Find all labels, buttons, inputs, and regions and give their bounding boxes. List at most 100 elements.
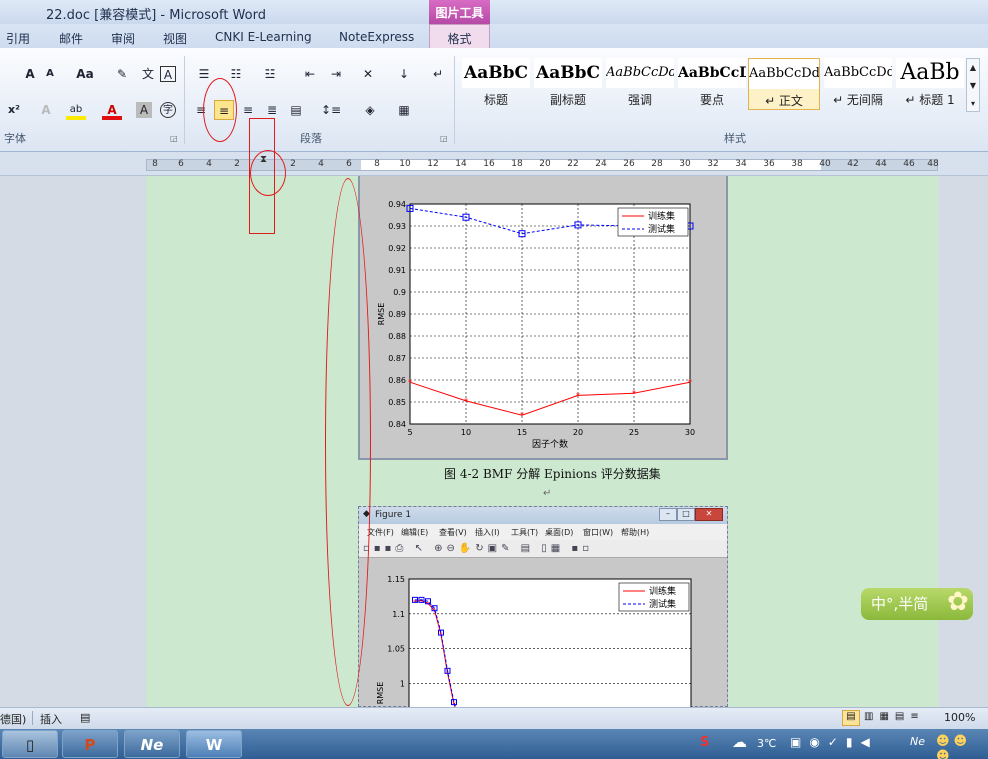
ruler-number: 42 [847,159,859,169]
y-tick-label: 0.92 [388,244,406,253]
chinese-layout-icon[interactable]: ✕ [356,64,380,84]
tab-noteexpress[interactable]: NoteExpress [339,30,414,44]
horizontal-ruler[interactable]: 8 6 4 2 2 4 6 8 10 12 14 16 18 20 22 24 … [0,152,988,176]
menu-desktop[interactable]: 桌面(D) [545,527,573,538]
zoom-level[interactable]: 100% [944,711,975,724]
enclose-characters-icon[interactable]: 字 [160,102,176,118]
taskbar: ▯ P Ne W S ☁ 3℃ ▣◉✓▮◀ Ne ☻☻☻ [0,729,988,759]
language-status[interactable]: 德国) [0,711,26,727]
ruler-number: 38 [791,159,803,169]
line-spacing-icon[interactable]: ↕≡ [318,100,344,120]
menu-insert[interactable]: 插入(I) [475,527,500,538]
annotation-circle [250,150,286,196]
ruler-number: 4 [206,159,212,169]
borders-icon[interactable]: ▦ [394,100,414,120]
data-point: * [433,607,437,615]
tab-format[interactable]: 格式 [429,24,490,48]
annotation-ellipse [325,178,371,706]
close-button[interactable]: ✕ [695,508,723,521]
font-dialog-launcher-icon[interactable]: ◲ [170,134,178,143]
style-preview: AaBb [896,58,964,88]
highlight-icon[interactable]: ab [66,100,86,120]
style-heading-1[interactable]: AaBb ↵ 标题 1 [896,58,964,110]
ruler-number: 2 [234,159,240,169]
word-button[interactable]: W [186,730,242,758]
x-axis-label: 因子个数 [532,438,568,450]
style-title[interactable]: AaBbC 标题 [462,58,530,110]
macro-record-icon[interactable]: ▤ [80,711,90,724]
tab-view[interactable]: 视图 [163,30,187,47]
style-subtitle[interactable]: AaBbC 副标题 [534,58,602,110]
tray-qq-icons[interactable]: ☻☻☻ [936,734,988,759]
style-label: 要点 [699,93,724,107]
change-case-button[interactable]: Aa [72,64,98,84]
menu-edit[interactable]: 编辑(E) [401,527,428,538]
figure-toolbar[interactable]: ▫▪▪⎙ ↖ ⊕⊖✋↻▣✎ ▤ ▯▦ ▪▫ [359,540,727,558]
weather-temp[interactable]: 3℃ [757,737,776,750]
justify-icon[interactable]: ≣ [262,100,282,120]
tray-s-icon[interactable]: S [700,735,709,750]
tray-icons[interactable]: ▣◉✓▮◀ [790,735,878,749]
decrease-indent-icon[interactable]: ⇤ [300,64,320,84]
maximize-button[interactable]: □ [677,508,695,521]
style-emphasis[interactable]: AaBbCcDd 强调 [606,58,674,110]
tray-ne-icon[interactable]: Ne [910,735,925,748]
print-layout-icon[interactable]: ▤ [842,710,860,726]
text-effects-icon[interactable]: A [36,100,56,120]
status-bar: 德国) 插入 ▤ ▤ ▥▦▤≡ 100% [0,707,988,729]
menu-file[interactable]: 文件(F) [367,527,394,538]
tab-references[interactable]: 引用 [6,30,30,47]
insert-mode[interactable]: 插入 [40,711,62,727]
noteexpress-button[interactable]: Ne [124,730,180,758]
shrink-font-button[interactable]: A [40,64,60,84]
character-border-icon[interactable]: A [160,66,176,82]
explorer-button[interactable]: ▯ [2,730,58,758]
menu-tools[interactable]: 工具(T) [511,527,538,538]
phonetic-guide-icon[interactable]: 文 [138,64,158,84]
minimize-button[interactable]: – [659,508,677,521]
legend-label: 测试集 [649,598,676,610]
paragraph-dialog-launcher-icon[interactable]: ◲ [440,134,448,143]
status-separator [32,711,33,725]
y-tick-label: 0.88 [388,332,406,341]
ime-status-bar[interactable]: 中°,半简 ✿ [861,587,973,620]
increase-indent-icon[interactable]: ⇥ [326,64,346,84]
multilevel-list-icon[interactable]: ☳ [258,64,282,84]
view-buttons[interactable]: ▥▦▤≡ [864,711,925,722]
tab-review[interactable]: 审阅 [111,30,135,47]
powerpoint-button[interactable]: P [62,730,118,758]
font-color-icon[interactable]: A [102,100,122,120]
style-label: 标题 [483,93,508,107]
menu-window[interactable]: 窗口(W) [583,527,613,538]
show-marks-icon[interactable]: ↵ [428,64,448,84]
data-point: * [426,600,430,608]
clear-format-icon[interactable]: ✎ [112,64,132,84]
menu-view[interactable]: 查看(V) [439,527,467,538]
tab-cnki[interactable]: CNKI E-Learning [215,30,312,44]
ruler-number: 44 [875,159,887,169]
styles-scroll[interactable]: ▲ ▼ ▾ [966,58,980,112]
sort-icon[interactable]: ↓ [394,64,414,84]
superscript-icon[interactable]: x² [4,100,24,120]
style-strong[interactable]: AaBbCcD 要点 [678,58,746,110]
distributed-icon[interactable]: ▤ [286,100,306,120]
style-no-spacing[interactable]: AaBbCcDd ↵ 无间隔 [824,58,892,110]
character-shading-icon[interactable]: A [136,102,152,118]
align-right-icon[interactable]: ≡ [238,100,258,120]
y-tick-label: 1.1 [392,610,405,619]
cloud-icon[interactable]: ☁ [732,733,747,751]
grow-font-button[interactable]: A [20,64,40,84]
tab-mailings[interactable]: 邮件 [59,30,83,47]
style-normal[interactable]: AaBbCcDd ↵ 正文 [748,58,820,110]
ribbon-tabs: 引用 邮件 审阅 视图 CNKI E-Learning NoteExpress [0,24,988,48]
style-preview: AaBbCcDd [749,59,819,89]
figure-1-image[interactable]: 0.84 0.85 0.86 0.87 0.88 0.89 0.9 0.91 0.92 0.93 0… [358,176,728,460]
figure-window-titlebar: ◆ Figure 1 – □ ✕ [359,507,727,524]
shading-icon[interactable]: ◈ [360,100,380,120]
ruler-number: 28 [651,159,663,169]
y-axis-label: RMSE [376,682,385,705]
menu-help[interactable]: 帮助(H) [621,527,649,538]
paragraph-mark: ↵ [543,488,552,499]
figure-2-image[interactable]: ◆ Figure 1 – □ ✕ 文件(F) 编辑(E) 查看(V) 插入(I)… [358,506,728,707]
paragraph-group-label: 段落 [300,132,322,145]
